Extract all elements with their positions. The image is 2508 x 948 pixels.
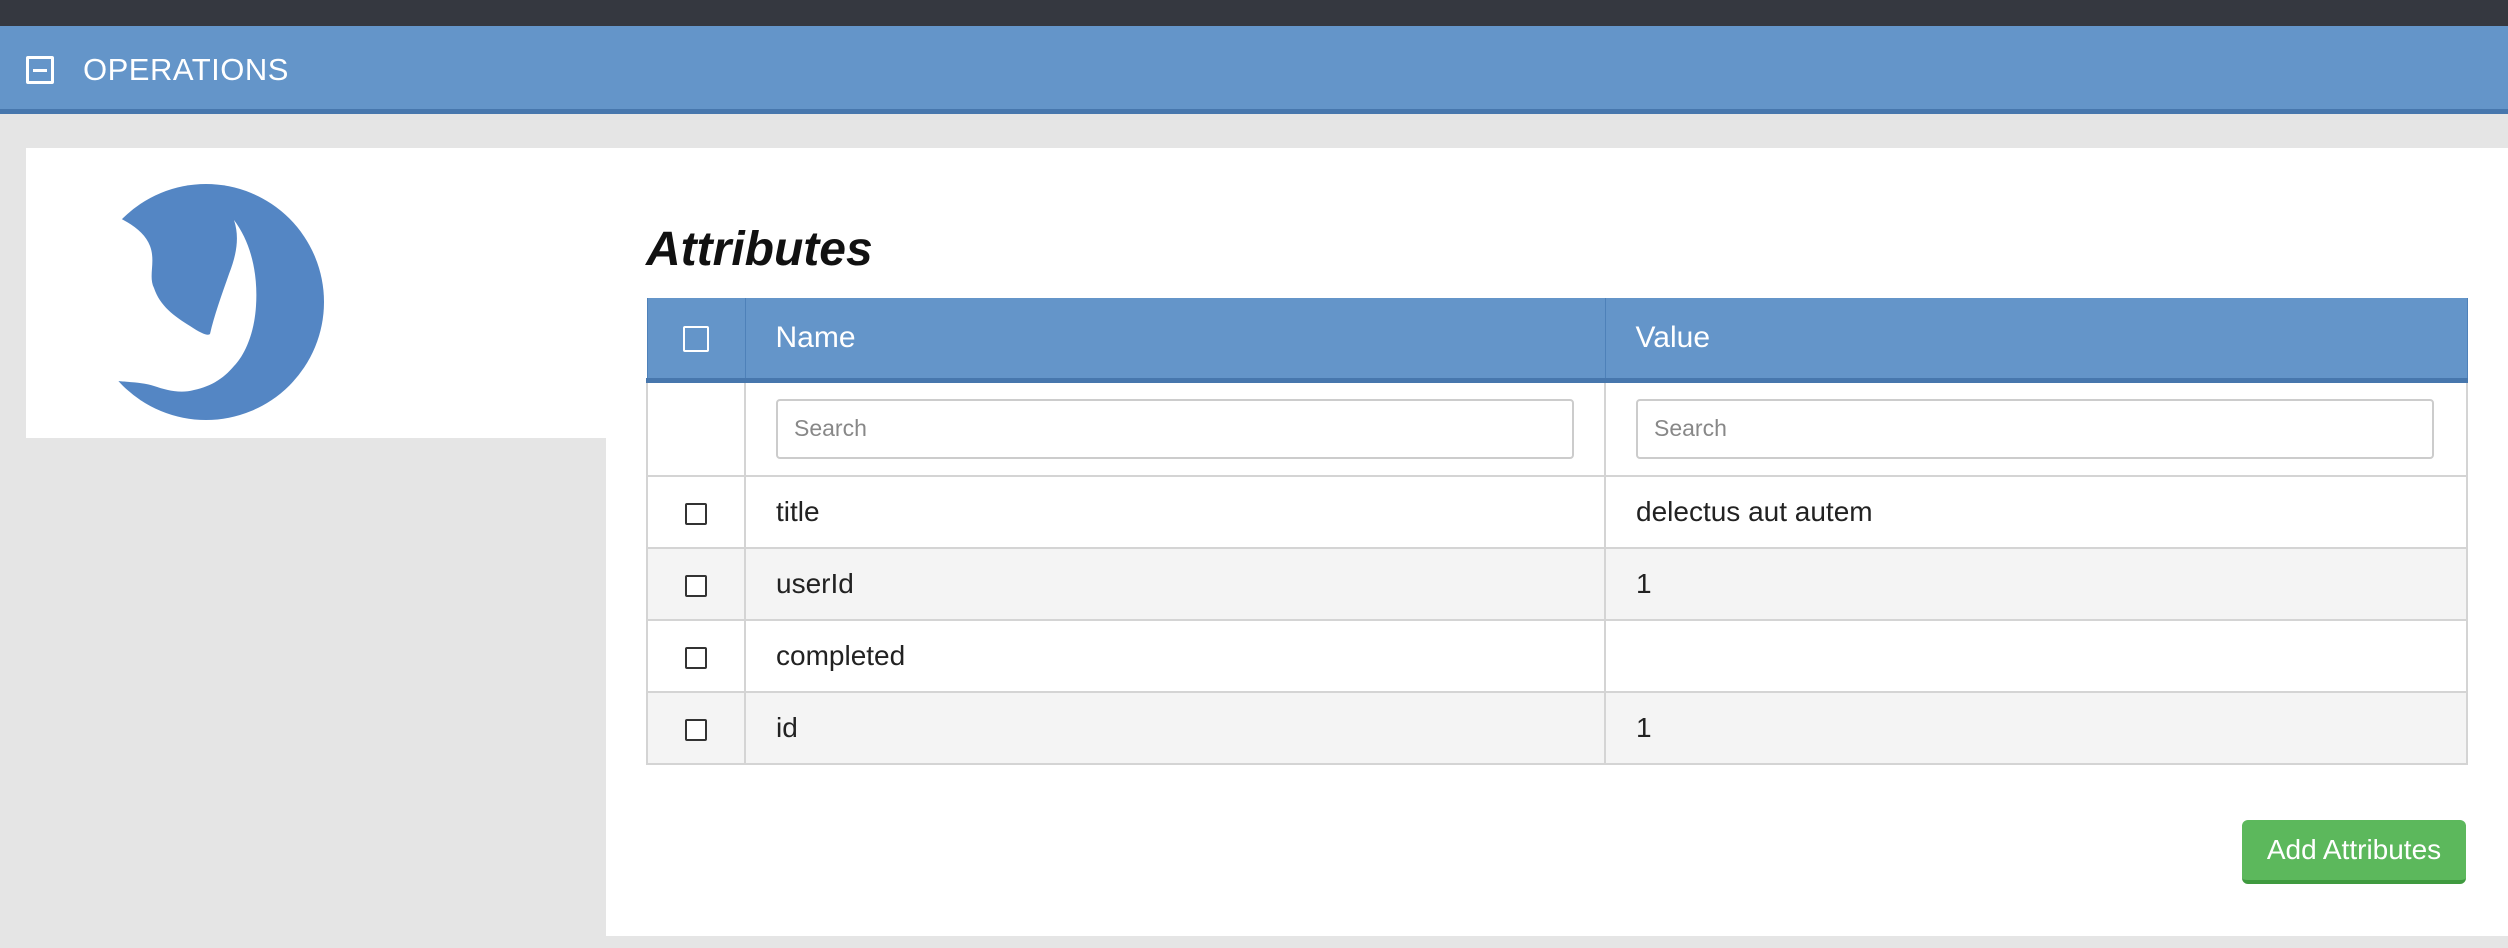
attributes-table: Name Value title delectus aut autem: [646, 298, 2468, 765]
row-checkbox[interactable]: [685, 502, 707, 525]
attribute-value: 1: [1604, 547, 2468, 621]
attributes-panel: Attributes Name Value Search Search titl…: [606, 148, 2508, 936]
column-header-value[interactable]: Value: [1604, 298, 2468, 383]
column-header-name[interactable]: Name: [744, 298, 1606, 383]
row-checkbox-cell: [646, 547, 746, 621]
attribute-name: userId: [744, 547, 1606, 621]
operations-title: OPERATIONS: [83, 52, 289, 87]
table-header-row: Name Value: [646, 298, 2468, 383]
attribute-value: [1604, 619, 2468, 693]
table-row[interactable]: userId 1: [646, 547, 2468, 621]
select-all-cell: [646, 298, 746, 383]
search-row-spacer: [646, 379, 746, 477]
add-attributes-button[interactable]: Add Attributes: [2242, 820, 2466, 884]
minus-square-icon[interactable]: [26, 56, 54, 84]
attribute-value: 1: [1604, 691, 2468, 765]
name-search-input[interactable]: [776, 398, 1574, 459]
select-all-checkbox[interactable]: [683, 325, 709, 352]
logo-panel: [26, 148, 606, 438]
row-checkbox-cell: [646, 619, 746, 693]
attribute-value: delectus aut autem: [1604, 475, 2468, 549]
table-row[interactable]: title delectus aut autem: [646, 475, 2468, 549]
attribute-name: title: [744, 475, 1606, 549]
row-checkbox[interactable]: [685, 718, 707, 741]
operations-header: OPERATIONS: [0, 26, 2508, 114]
table-row[interactable]: completed: [646, 619, 2468, 693]
name-search-cell: [744, 379, 1606, 477]
search-row: [646, 379, 2468, 477]
rhino-logo-icon: [88, 184, 324, 420]
attribute-name: id: [744, 691, 1606, 765]
row-checkbox[interactable]: [685, 574, 707, 597]
row-checkbox-cell: [646, 691, 746, 765]
attribute-name: completed: [744, 619, 1606, 693]
top-strip: [0, 0, 2508, 26]
value-search-cell: [1604, 379, 2468, 477]
value-search-input[interactable]: [1636, 398, 2434, 459]
table-row[interactable]: id 1: [646, 691, 2468, 765]
attributes-heading: Attributes: [646, 223, 873, 276]
row-checkbox-cell: [646, 475, 746, 549]
row-checkbox[interactable]: [685, 646, 707, 669]
